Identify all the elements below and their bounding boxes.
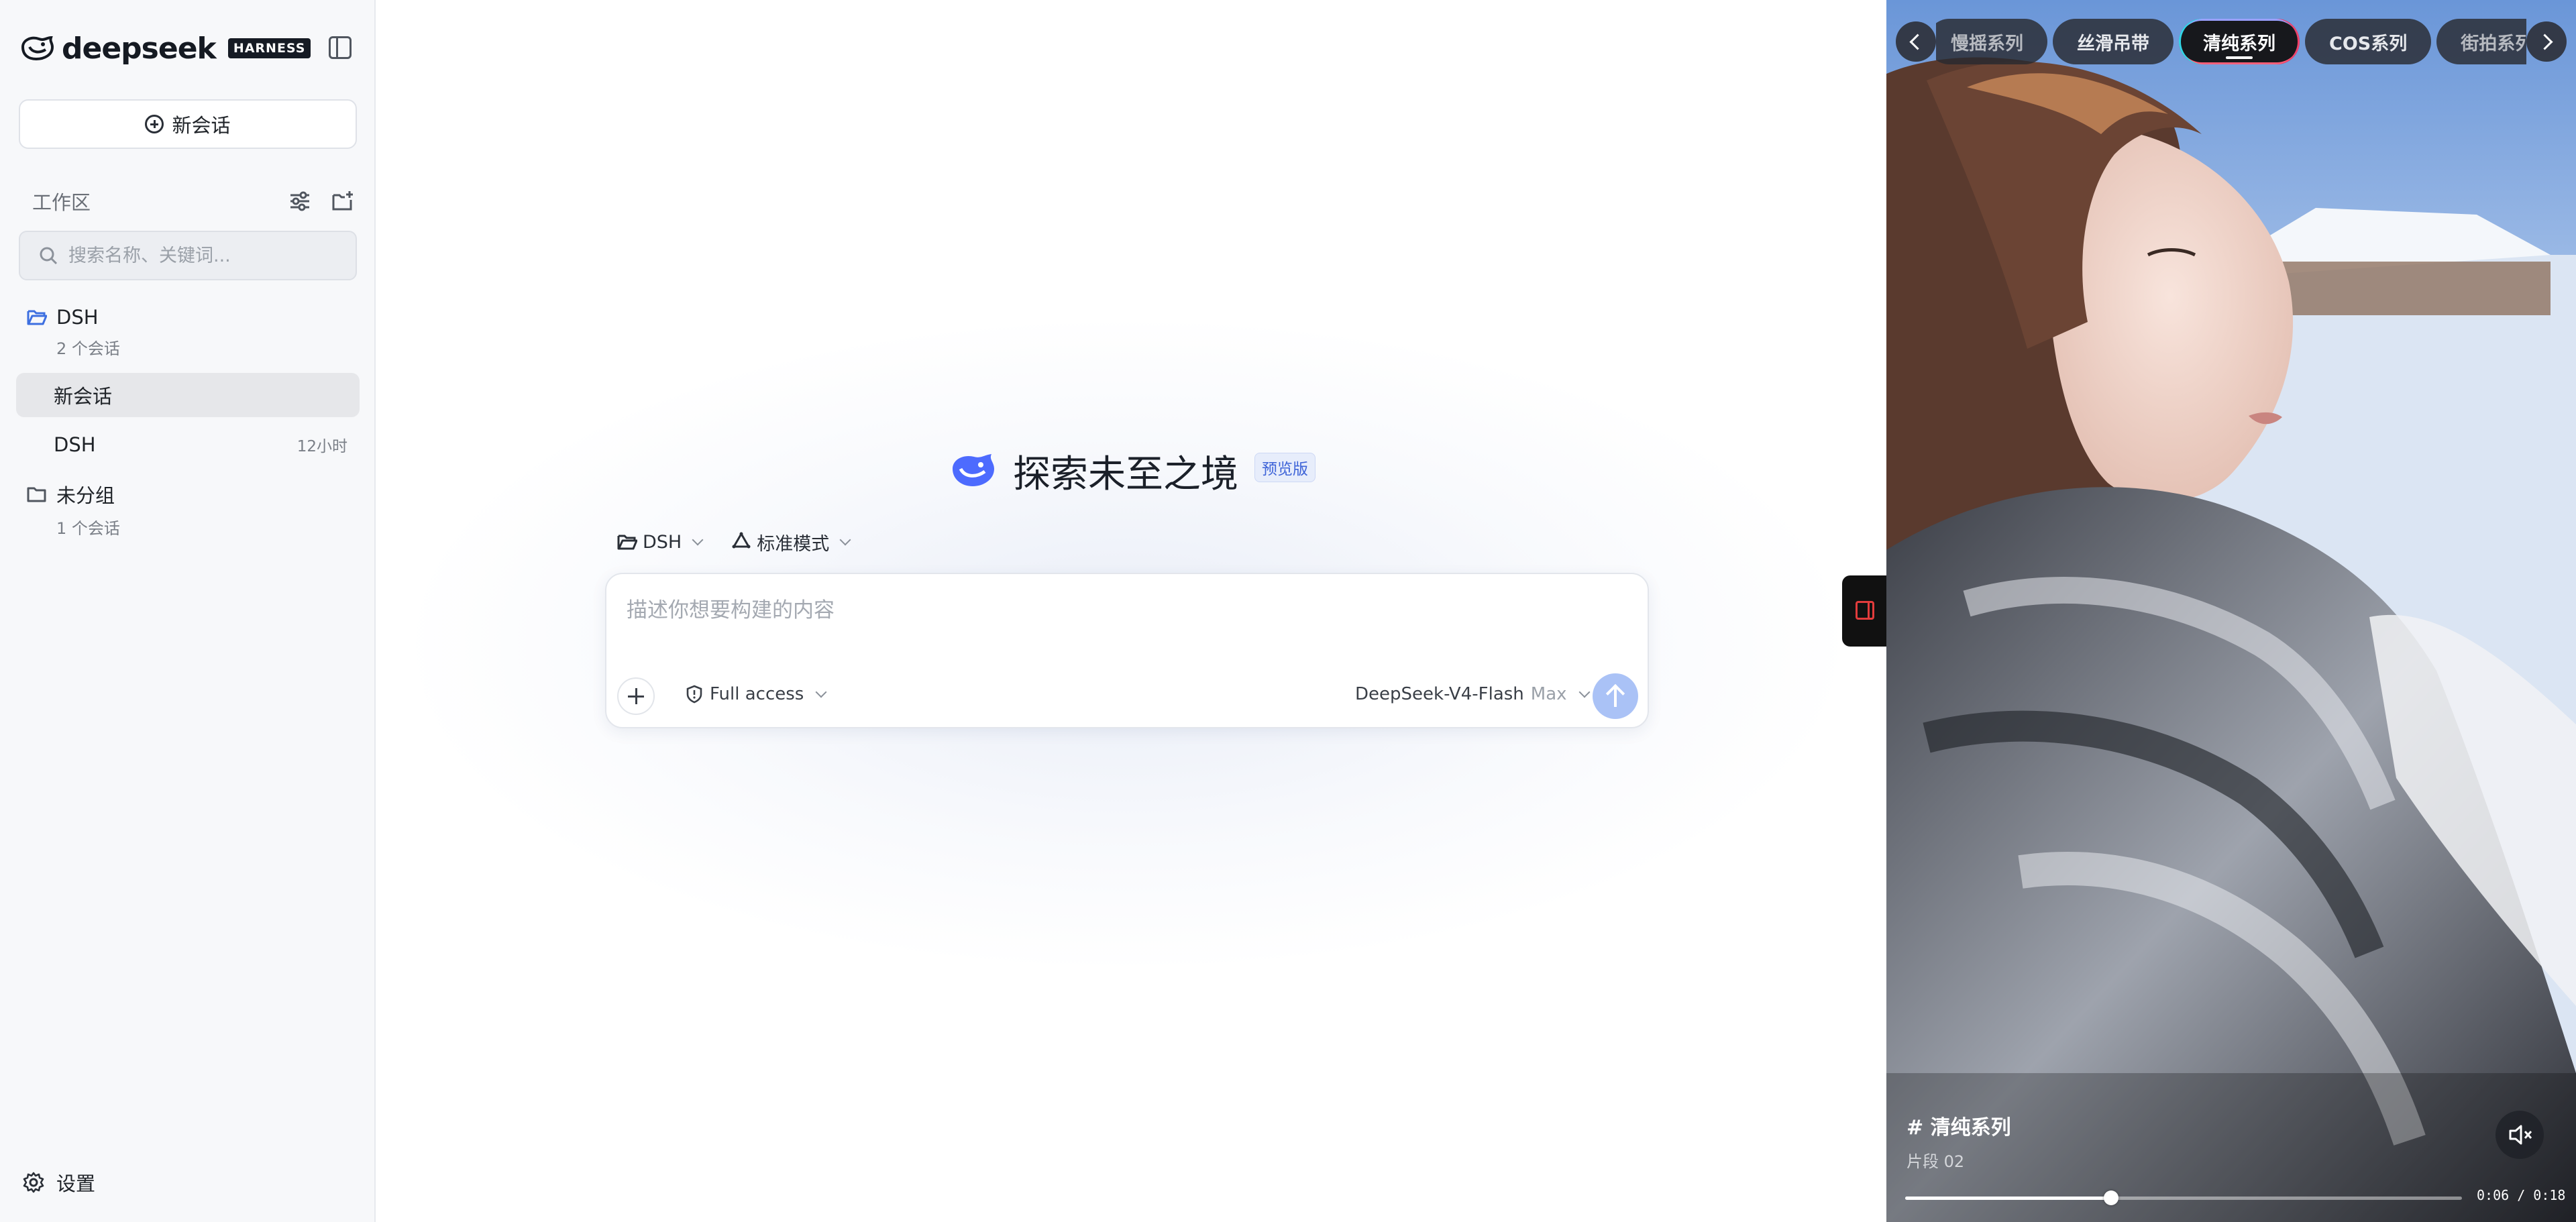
- brand-badge: HARNESS: [227, 38, 311, 58]
- model-tier: Max: [1530, 684, 1567, 704]
- group-name: DSH: [56, 306, 99, 329]
- group-dsh[interactable]: DSH 2 个会话: [27, 306, 120, 359]
- brand-logo[interactable]: deepseek HARNESS: [20, 31, 311, 66]
- chevron-down-icon: [839, 534, 851, 546]
- mute-button[interactable]: [2496, 1111, 2544, 1159]
- chevron-down-icon: [1578, 686, 1591, 698]
- group-name: 未分组: [56, 484, 115, 507]
- caption-tag: # 清纯系列: [1907, 1116, 2011, 1140]
- composer-selectors: DSH 标准模式: [617, 527, 851, 557]
- add-attachment-button[interactable]: [617, 677, 655, 715]
- workspace-search[interactable]: [19, 231, 357, 280]
- deepseek-whale-icon: [21, 36, 54, 61]
- chevron-left-icon[interactable]: [1896, 21, 1936, 62]
- group-count: 2 个会话: [56, 339, 120, 358]
- settings-label: 设置: [56, 1172, 96, 1195]
- video-panel[interactable]: 慢摇系列 丝滑吊带 清纯系列 COS系列 街拍系列 # 清纯系列 片段 02 0…: [1886, 0, 2576, 1222]
- model-selector[interactable]: DeepSeek-V4-Flash Max: [1355, 684, 1591, 704]
- workspace-header: 工作区: [32, 188, 354, 215]
- panel-collapse-icon: [1856, 601, 1874, 620]
- tab-slow-shake[interactable]: 慢摇系列: [1936, 19, 2047, 64]
- project-selector[interactable]: DSH: [617, 531, 704, 553]
- session-item-new-chat[interactable]: 新会话: [16, 373, 360, 417]
- folder-icon: [617, 535, 637, 550]
- shield-icon: [686, 685, 702, 704]
- chevron-right-icon[interactable]: [2526, 21, 2567, 62]
- mode-selector-label: 标准模式: [757, 533, 830, 555]
- workspace-title: 工作区: [32, 191, 91, 214]
- video-progress-knob[interactable]: [2104, 1190, 2119, 1205]
- cycle-mode-icon: [732, 532, 751, 549]
- sidebar-toggle-icon[interactable]: [329, 36, 352, 59]
- prompt-input[interactable]: [627, 593, 1619, 633]
- new-chat-label: 新会话: [172, 114, 231, 137]
- new-folder-icon[interactable]: [331, 190, 354, 213]
- project-selector-label: DSH: [643, 531, 682, 553]
- filter-sliders-icon[interactable]: [288, 190, 311, 213]
- folder-icon: [27, 487, 46, 502]
- access-label: Full access: [710, 684, 804, 704]
- caption-sub: 片段 02: [1907, 1152, 1965, 1171]
- tab-street[interactable]: 街拍系列: [2436, 19, 2526, 64]
- tab-pure[interactable]: 清纯系列: [2179, 19, 2300, 64]
- group-ungrouped[interactable]: 未分组 1 个会话: [27, 480, 120, 539]
- chevron-down-icon: [692, 534, 704, 546]
- tab-list: 慢摇系列 丝滑吊带 清纯系列 COS系列 街拍系列: [1936, 19, 2526, 64]
- video-panel-toggle[interactable]: [1842, 575, 1888, 647]
- deepseek-whale-logo-icon: [953, 454, 994, 486]
- session-time: 12小时: [297, 438, 347, 455]
- session-item-dsh[interactable]: DSH 12小时: [16, 423, 360, 467]
- video-caption: # 清纯系列 片段 02: [1907, 1111, 2011, 1172]
- brand-name: deepseek: [62, 31, 217, 66]
- tab-cos[interactable]: COS系列: [2305, 19, 2432, 64]
- hero-title: 探索未至之境: [1013, 452, 1238, 496]
- workspace-tools: [288, 190, 354, 213]
- send-button[interactable]: [1593, 673, 1638, 719]
- access-selector[interactable]: Full access: [686, 684, 827, 704]
- prompt-composer: Full access DeepSeek-V4-Flash Max: [605, 573, 1649, 728]
- folder-open-icon: [27, 310, 47, 325]
- new-chat-button[interactable]: 新会话: [19, 99, 357, 149]
- hero-heading: 探索未至之境 预览版: [950, 445, 1316, 496]
- session-title: 新会话: [54, 385, 113, 408]
- session-title: DSH: [54, 433, 96, 456]
- sidebar: deepseek HARNESS 新会话 工作区 搜索名称、关键词... DSH…: [0, 0, 376, 1222]
- plus-circle-icon: [145, 115, 164, 133]
- video-category-tabs: 慢摇系列 丝滑吊带 清纯系列 COS系列 街拍系列: [1896, 15, 2567, 68]
- video-frame: [1886, 0, 2576, 1222]
- group-count: 1 个会话: [56, 519, 120, 538]
- gear-icon: [23, 1172, 44, 1193]
- video-progress-fill: [1905, 1197, 2112, 1200]
- video-progress-bar[interactable]: [1905, 1190, 2462, 1205]
- tab-silky-camisole[interactable]: 丝滑吊带: [2053, 19, 2174, 64]
- speaker-muted-icon: [2509, 1125, 2532, 1145]
- mode-selector[interactable]: 标准模式: [731, 529, 851, 555]
- video-timecode: 0:06 / 0:18: [2477, 1187, 2566, 1203]
- search-input[interactable]: [68, 245, 337, 266]
- settings-button[interactable]: 设置: [23, 1168, 95, 1197]
- preview-badge: 预览版: [1254, 453, 1316, 482]
- model-name: DeepSeek-V4-Flash: [1355, 684, 1524, 704]
- chevron-down-icon: [815, 686, 827, 698]
- search-icon: [40, 247, 58, 265]
